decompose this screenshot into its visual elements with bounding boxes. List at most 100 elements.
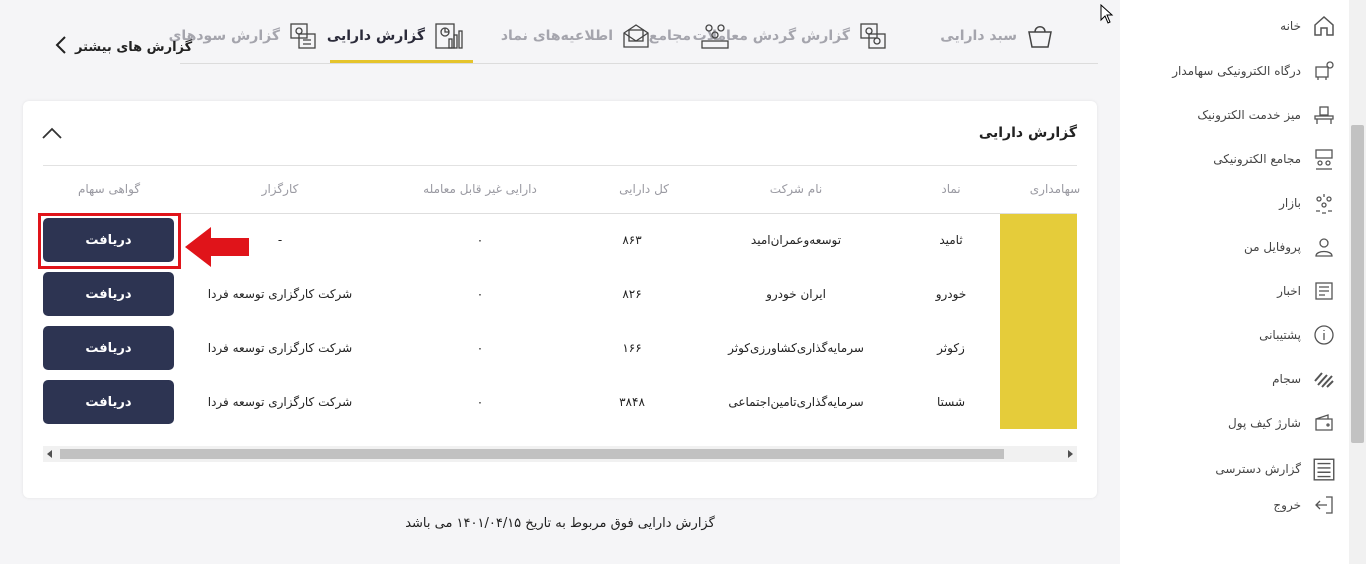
sidebar-item-label: اخبار xyxy=(1277,284,1301,298)
cell-company: توسعه‌وعمران‌امید xyxy=(750,233,842,247)
cell-non-tradable: ۰ xyxy=(476,395,484,409)
assembly-icon xyxy=(699,21,731,51)
cell-total-assets: ۸۶۳ xyxy=(622,233,642,247)
more-reports-label: گزارش های بیشتر xyxy=(75,39,193,55)
sidebar-item-electronic-assembly[interactable]: مجامع الکترونیکی xyxy=(1213,141,1337,177)
sidebar-item-shareholder-portal[interactable]: درگاه الکترونیکی سهامدار xyxy=(1172,53,1337,89)
cell-broker: شرکت کارگزاری توسعه فردا xyxy=(207,341,353,355)
sidebar-item-label: خروج xyxy=(1273,498,1301,512)
active-tab-indicator xyxy=(330,60,473,63)
report-tabs: سبد دارایی گزارش گردش معاملات مجامع اطلا… xyxy=(25,10,1098,64)
tab-label: مجامع xyxy=(648,28,691,44)
tab-asset-basket[interactable]: سبد دارایی xyxy=(940,10,1055,62)
mouse-cursor-icon xyxy=(1100,3,1114,28)
asset-report-icon xyxy=(433,21,463,51)
cell-total-assets: ۱۶۶ xyxy=(622,341,642,355)
electronic-assembly-icon xyxy=(1311,146,1337,172)
cell-symbol: شستا xyxy=(936,395,966,409)
sidebar-item-label: مجامع الکترونیکی xyxy=(1213,152,1301,166)
news-icon xyxy=(1311,278,1337,304)
sejam-icon xyxy=(1311,366,1337,392)
card-header-divider xyxy=(43,165,1077,166)
table-horizontal-scrollbar[interactable] xyxy=(43,446,1077,462)
sidebar-item-wallet[interactable]: شارژ کیف پول xyxy=(1228,405,1337,441)
profile-icon xyxy=(1311,234,1337,260)
cell-company: سرمایه‌گذاری‌تامین‌اجتماعی xyxy=(728,395,864,409)
sidebar-item-support[interactable]: پشتیبانی xyxy=(1259,317,1337,353)
cell-total-assets: ۳۸۴۸ xyxy=(619,395,645,409)
column-header-certificate: گواهی سهام xyxy=(77,182,141,196)
basket-icon xyxy=(1025,21,1055,51)
chevron-up-icon xyxy=(41,125,63,144)
sidebar-item-sejam[interactable]: سجام xyxy=(1272,361,1337,397)
tab-symbol-announcements[interactable]: اطلاعیه‌های نماد xyxy=(501,10,651,62)
tab-label: گزارش دارایی xyxy=(326,28,425,44)
cell-non-tradable: ۰ xyxy=(476,341,484,355)
wallet-icon xyxy=(1311,410,1337,436)
announcement-icon xyxy=(621,21,651,51)
cell-company: ایران خودرو xyxy=(766,287,826,301)
sidebar-item-news[interactable]: اخبار xyxy=(1277,273,1337,309)
sidebar-item-service-desk[interactable]: میز خدمت الکترونیک xyxy=(1197,97,1337,133)
page-scrollbar-thumb[interactable] xyxy=(1351,125,1364,443)
shareholding-column-fill xyxy=(1000,214,1077,429)
card-title: گزارش دارایی xyxy=(978,125,1077,141)
sidebar: خانه درگاه الکترونیکی سهامدار میز خدمت ا… xyxy=(1120,0,1349,564)
logout-icon xyxy=(1311,492,1337,518)
sidebar-item-access-report[interactable]: گزارش دسترسی xyxy=(1215,451,1337,487)
report-date-note: گزارش دارایی فوق مربوط به تاریخ ۱۴۰۱/۰۴/… xyxy=(405,516,715,531)
cell-broker: - xyxy=(277,233,283,247)
cell-symbol: خودرو xyxy=(935,287,967,301)
page-scrollbar[interactable] xyxy=(1349,0,1366,564)
cell-broker: شرکت کارگزاری توسعه فردا xyxy=(207,395,353,409)
column-header-total-assets: کل دارایی xyxy=(619,182,669,196)
cell-total-assets: ۸۲۶ xyxy=(622,287,642,301)
column-header-broker: کارگزار xyxy=(261,182,299,196)
asset-report-card: گزارش دارایی سهامداری نماد نام شرکت کل د… xyxy=(23,101,1097,498)
highlight-box xyxy=(38,213,181,269)
sidebar-item-label: گزارش دسترسی xyxy=(1215,462,1301,476)
sidebar-item-label: میز خدمت الکترونیک xyxy=(1197,108,1301,122)
scroll-left-icon[interactable] xyxy=(47,450,52,458)
sidebar-item-market[interactable]: بازار xyxy=(1279,185,1337,221)
tabs-divider xyxy=(180,63,1098,64)
download-certificate-button[interactable]: دریافت xyxy=(43,272,174,316)
info-icon xyxy=(1311,322,1337,348)
download-certificate-button[interactable]: دریافت xyxy=(43,380,174,424)
sidebar-item-home[interactable]: خانه xyxy=(1280,8,1337,44)
cell-broker: شرکت کارگزاری توسعه فردا xyxy=(207,287,353,301)
cell-company: سرمایه‌گذاری‌کشاورزی‌کوثر xyxy=(728,341,864,355)
sidebar-item-label: پشتیبانی xyxy=(1259,328,1301,342)
chevron-left-icon xyxy=(55,35,67,59)
tab-assemblies[interactable]: مجامع xyxy=(649,10,731,62)
access-report-icon xyxy=(1311,456,1337,482)
column-header-non-tradable: دارایی غیر قابل معامله xyxy=(423,182,537,196)
sidebar-item-logout[interactable]: خروج xyxy=(1273,487,1337,523)
cell-non-tradable: ۰ xyxy=(476,287,484,301)
sidebar-item-profile[interactable]: پروفایل من xyxy=(1244,229,1337,265)
tab-asset-report[interactable]: گزارش دارایی xyxy=(327,10,463,62)
scroll-right-icon[interactable] xyxy=(1068,450,1073,458)
collapse-button[interactable] xyxy=(41,125,63,144)
transactions-report-icon xyxy=(858,21,888,51)
sidebar-item-label: بازار xyxy=(1279,196,1301,210)
cell-non-tradable: ۰ xyxy=(476,233,484,247)
table-header-divider xyxy=(43,213,1077,214)
sidebar-item-label: درگاه الکترونیکی سهامدار xyxy=(1172,64,1301,78)
tab-label: اطلاعیه‌های نماد xyxy=(500,28,613,44)
sidebar-item-label: خانه xyxy=(1280,19,1301,33)
home-icon xyxy=(1311,13,1337,39)
dividend-report-icon xyxy=(288,21,318,51)
service-desk-icon xyxy=(1311,102,1337,128)
download-certificate-button[interactable]: دریافت xyxy=(43,326,174,370)
table-scrollbar-thumb[interactable] xyxy=(60,449,1004,459)
cell-symbol: ثامید xyxy=(939,233,963,247)
column-header-company: نام شرکت xyxy=(769,182,823,196)
sidebar-item-label: شارژ کیف پول xyxy=(1228,416,1301,430)
pointer-arrow-icon xyxy=(183,225,251,273)
shareholder-portal-icon xyxy=(1311,58,1337,84)
more-reports-button[interactable]: گزارش های بیشتر xyxy=(55,35,192,59)
tab-label: سبد دارایی xyxy=(940,28,1017,44)
column-header-symbol: نماد xyxy=(941,182,961,196)
sidebar-item-label: پروفایل من xyxy=(1244,240,1301,254)
